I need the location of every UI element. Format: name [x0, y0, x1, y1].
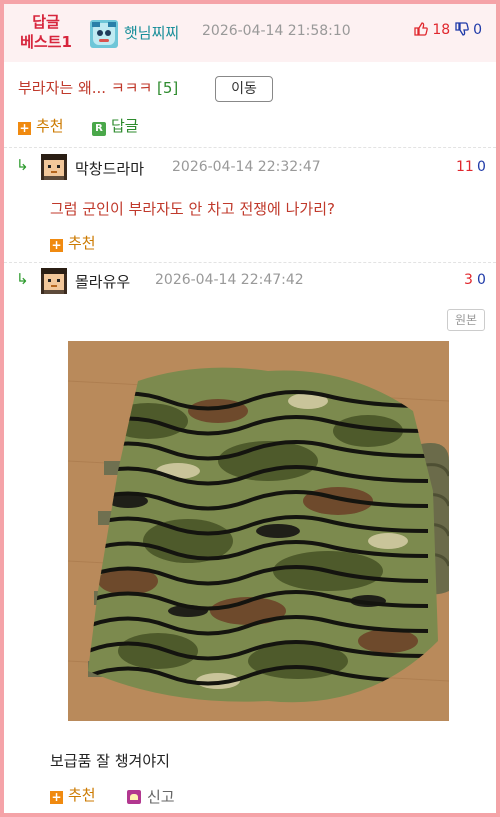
author-name[interactable]: 햇님찌찌 [124, 22, 179, 43]
reply-icon: R [92, 122, 106, 136]
thumbs-down-icon[interactable] [454, 22, 469, 36]
reply-upvote-count[interactable]: 3 [464, 272, 473, 288]
post-timestamp: 2026-04-14 21:58:10 [202, 23, 351, 39]
reply-timestamp: 2026-04-14 22:47:42 [155, 272, 304, 288]
camouflage-vest-photo[interactable] [68, 341, 449, 721]
move-button[interactable]: 이동 [215, 76, 273, 102]
best-reply-header: 답글 베스트1 햇님찌찌 2026-04-14 21:58:10 18 0 [4, 4, 496, 62]
recommend-label: 추천 [36, 117, 64, 135]
reply-text: 보급품 잘 챙겨야지 [50, 752, 170, 770]
pixel-avatar-icon[interactable] [41, 268, 67, 294]
reply-author-name[interactable]: 막창드라마 [75, 158, 144, 179]
reply-label: 답글 [111, 117, 139, 135]
downvote-count: 0 [473, 22, 482, 38]
recommend-button[interactable]: + 추천 [50, 234, 96, 252]
reply-timestamp: 2026-04-14 22:32:47 [172, 159, 321, 175]
reply-text: 그럼 군인이 부라자도 안 차고 전쟁에 나가리? [50, 200, 335, 218]
recommend-label: 추천 [68, 786, 96, 804]
reply-arrow-icon: ↳ [16, 270, 29, 288]
plus-icon: + [50, 790, 63, 804]
reply-author-name[interactable]: 몰라유우 [75, 271, 130, 292]
divider [4, 262, 496, 263]
reply-arrow-icon: ↳ [16, 156, 29, 174]
best-reply-badge: 답글 베스트1 [14, 12, 78, 52]
thumbs-up-icon[interactable] [414, 22, 428, 36]
plus-icon: + [50, 238, 63, 252]
recommend-label: 추천 [68, 234, 96, 252]
recommend-button[interactable]: + 추천 [50, 786, 96, 804]
upvote-count: 18 [432, 22, 451, 38]
vote-counts: 18 0 [414, 22, 482, 38]
reply-downvote-count[interactable]: 0 [477, 159, 486, 175]
report-button[interactable]: 신고 [127, 786, 175, 807]
post-title[interactable]: 부라자는 왜... ㅋㅋㅋ [18, 79, 152, 97]
author-avatar-icon[interactable] [90, 20, 118, 48]
siren-icon [127, 790, 141, 804]
post-comment-count: [5] [157, 79, 179, 97]
divider [4, 147, 496, 148]
recommend-button[interactable]: + 추천 [18, 117, 64, 135]
pixel-avatar-icon[interactable] [41, 154, 67, 180]
badge-line-2: 베스트1 [20, 33, 72, 51]
comment-thread-panel: 답글 베스트1 햇님찌찌 2026-04-14 21:58:10 18 0 부라 [4, 4, 496, 813]
badge-line-1: 답글 [32, 13, 60, 31]
reply-button[interactable]: R 답글 [92, 117, 139, 136]
original-image-button[interactable]: 원본 [447, 309, 485, 331]
plus-icon: + [18, 121, 31, 135]
report-label: 신고 [147, 788, 175, 806]
reply-downvote-count[interactable]: 0 [477, 272, 486, 288]
post-title-link[interactable]: 부라자는 왜... ㅋㅋㅋ [5] [18, 77, 178, 98]
reply-upvote-count[interactable]: 11 [456, 159, 474, 175]
